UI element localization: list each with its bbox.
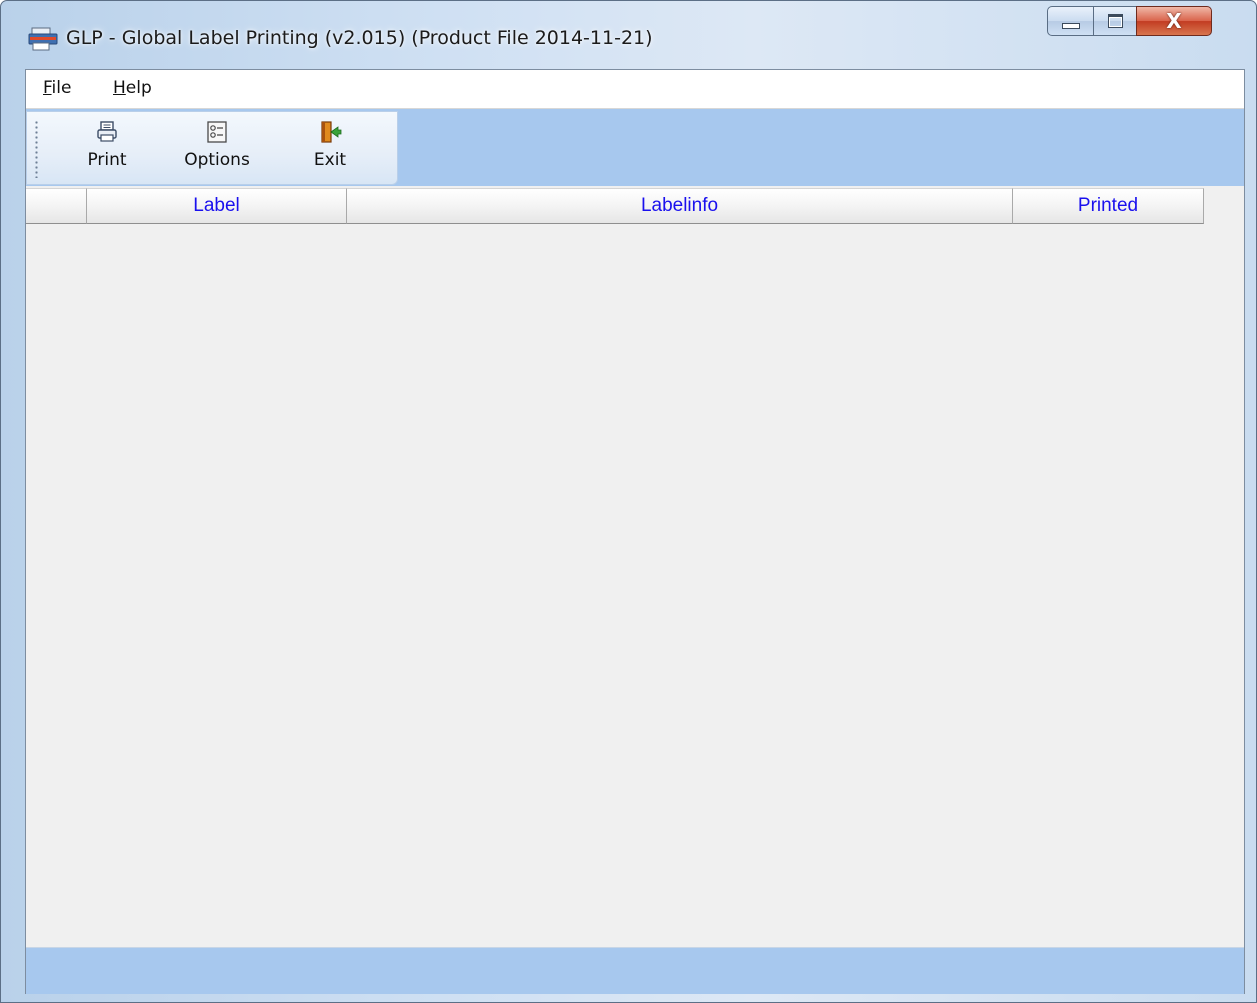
menu-file[interactable]: File [43, 78, 71, 98]
maximize-button[interactable] [1093, 6, 1137, 36]
toolbar-grip-handle[interactable] [35, 120, 38, 178]
column-header-label[interactable]: Label [87, 188, 347, 224]
printer-icon [97, 121, 117, 142]
menu-help-accel: H [113, 78, 126, 98]
exit-button-label: Exit [313, 150, 347, 170]
window-title: GLP - Global Label Printing (v2.015) (Pr… [66, 27, 653, 49]
exit-button[interactable]: Exit [305, 116, 355, 180]
options-button[interactable]: Options [173, 116, 261, 180]
menu-help[interactable]: Help [113, 78, 152, 98]
menu-help-rest: elp [125, 78, 152, 98]
minimize-icon [1061, 23, 1080, 29]
grid-header: Label Labelinfo Printed [26, 188, 1204, 224]
status-bar [26, 947, 1244, 994]
client-area: File Help Print Options Exit Label Label… [25, 69, 1245, 994]
row-selector-header[interactable] [26, 188, 87, 224]
toolbar: Print Options Exit [26, 111, 398, 185]
column-header-labelinfo[interactable]: Labelinfo [347, 188, 1013, 224]
print-button[interactable]: Print [77, 116, 137, 180]
menu-file-accel: F [43, 78, 52, 98]
maximize-icon [1107, 14, 1123, 28]
menu-bar: File Help [26, 70, 1244, 109]
print-button-label: Print [87, 150, 127, 170]
toolbar-strip: Print Options Exit [26, 109, 1244, 186]
app-printer-icon [28, 27, 58, 51]
options-icon [207, 121, 227, 143]
caption-buttons: X [1047, 6, 1242, 36]
close-icon: X [1166, 9, 1182, 33]
title-bar[interactable]: GLP - Global Label Printing (v2.015) (Pr… [1, 1, 1256, 69]
label-grid[interactable]: Label Labelinfo Printed [26, 188, 1244, 946]
app-window: GLP - Global Label Printing (v2.015) (Pr… [0, 0, 1257, 1003]
exit-door-icon [321, 121, 342, 143]
menu-file-rest: ile [51, 78, 72, 98]
options-button-label: Options [184, 150, 250, 170]
column-header-printed[interactable]: Printed [1013, 188, 1204, 224]
minimize-button[interactable] [1047, 6, 1094, 36]
close-button[interactable]: X [1136, 6, 1212, 36]
